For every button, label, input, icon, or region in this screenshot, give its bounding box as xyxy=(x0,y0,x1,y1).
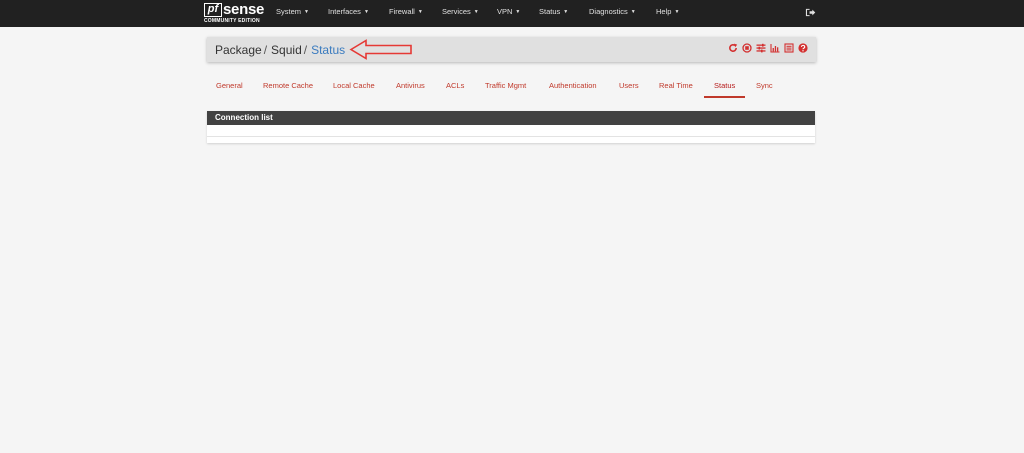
log-icon[interactable] xyxy=(784,43,794,53)
tab-real-time[interactable]: Real Time xyxy=(659,81,693,90)
breadcrumb-separator: / xyxy=(263,43,268,57)
tab-status[interactable]: Status xyxy=(714,81,735,90)
nav-diagnostics[interactable]: Diagnostics ▼ xyxy=(589,7,636,16)
caret-down-icon: ▼ xyxy=(304,9,309,16)
annotation-arrow-icon xyxy=(349,39,412,60)
tab-antivirus[interactable]: Antivirus xyxy=(396,81,425,90)
breadcrumb-squid[interactable]: Squid xyxy=(271,43,302,57)
logo-box: pf xyxy=(204,3,222,17)
active-tab-indicator xyxy=(704,96,745,98)
connection-list-title: Connection list xyxy=(207,111,815,125)
breadcrumb-actions xyxy=(728,43,808,53)
help-icon[interactable] xyxy=(798,43,808,53)
nav-interfaces[interactable]: Interfaces ▼ xyxy=(328,7,369,16)
connection-list-panel: Connection list xyxy=(207,111,815,143)
breadcrumb-panel: Package / Squid / Status xyxy=(207,37,816,62)
connection-list-row xyxy=(207,125,815,137)
reload-icon[interactable] xyxy=(728,43,738,53)
caret-down-icon: ▼ xyxy=(563,9,569,16)
breadcrumb: Package / Squid / Status xyxy=(215,43,345,57)
tab-general[interactable]: General xyxy=(216,81,243,90)
breadcrumb-separator: / xyxy=(303,43,308,57)
chart-icon[interactable] xyxy=(770,43,780,53)
top-navbar: pf sense COMMUNITY EDITION System ▼ Inter… xyxy=(0,0,1024,27)
caret-down-icon: ▼ xyxy=(417,9,423,16)
sliders-icon[interactable] xyxy=(756,43,766,53)
tab-local-cache[interactable]: Local Cache xyxy=(333,81,375,90)
caret-down-icon: ▼ xyxy=(515,9,521,16)
stop-icon[interactable] xyxy=(742,43,752,53)
logo-word: sense xyxy=(223,1,265,18)
nav-firewall[interactable]: Firewall ▼ xyxy=(389,7,423,16)
nav-vpn[interactable]: VPN ▼ xyxy=(497,7,520,16)
tab-traffic-mgmt[interactable]: Traffic Mgmt xyxy=(485,81,526,90)
tab-users[interactable]: Users xyxy=(619,81,639,90)
logo-edition: COMMUNITY EDITION xyxy=(204,18,260,24)
sign-out-icon[interactable] xyxy=(805,7,816,18)
caret-down-icon: ▼ xyxy=(473,9,479,16)
breadcrumb-package[interactable]: Package xyxy=(215,43,262,57)
tab-acls[interactable]: ACLs xyxy=(446,81,464,90)
nav-help[interactable]: Help ▼ xyxy=(656,7,679,16)
pfsense-logo[interactable]: pf sense COMMUNITY EDITION xyxy=(204,1,265,25)
breadcrumb-current[interactable]: Status xyxy=(311,43,345,57)
nav-system[interactable]: System ▼ xyxy=(276,7,309,16)
caret-down-icon: ▼ xyxy=(363,9,369,16)
tab-remote-cache[interactable]: Remote Cache xyxy=(263,81,313,90)
tab-sync[interactable]: Sync xyxy=(756,81,773,90)
tab-authentication[interactable]: Authentication xyxy=(549,81,597,90)
nav-status[interactable]: Status ▼ xyxy=(539,7,568,16)
nav-services[interactable]: Services ▼ xyxy=(442,7,479,16)
caret-down-icon: ▼ xyxy=(674,9,680,16)
caret-down-icon: ▼ xyxy=(630,9,636,16)
